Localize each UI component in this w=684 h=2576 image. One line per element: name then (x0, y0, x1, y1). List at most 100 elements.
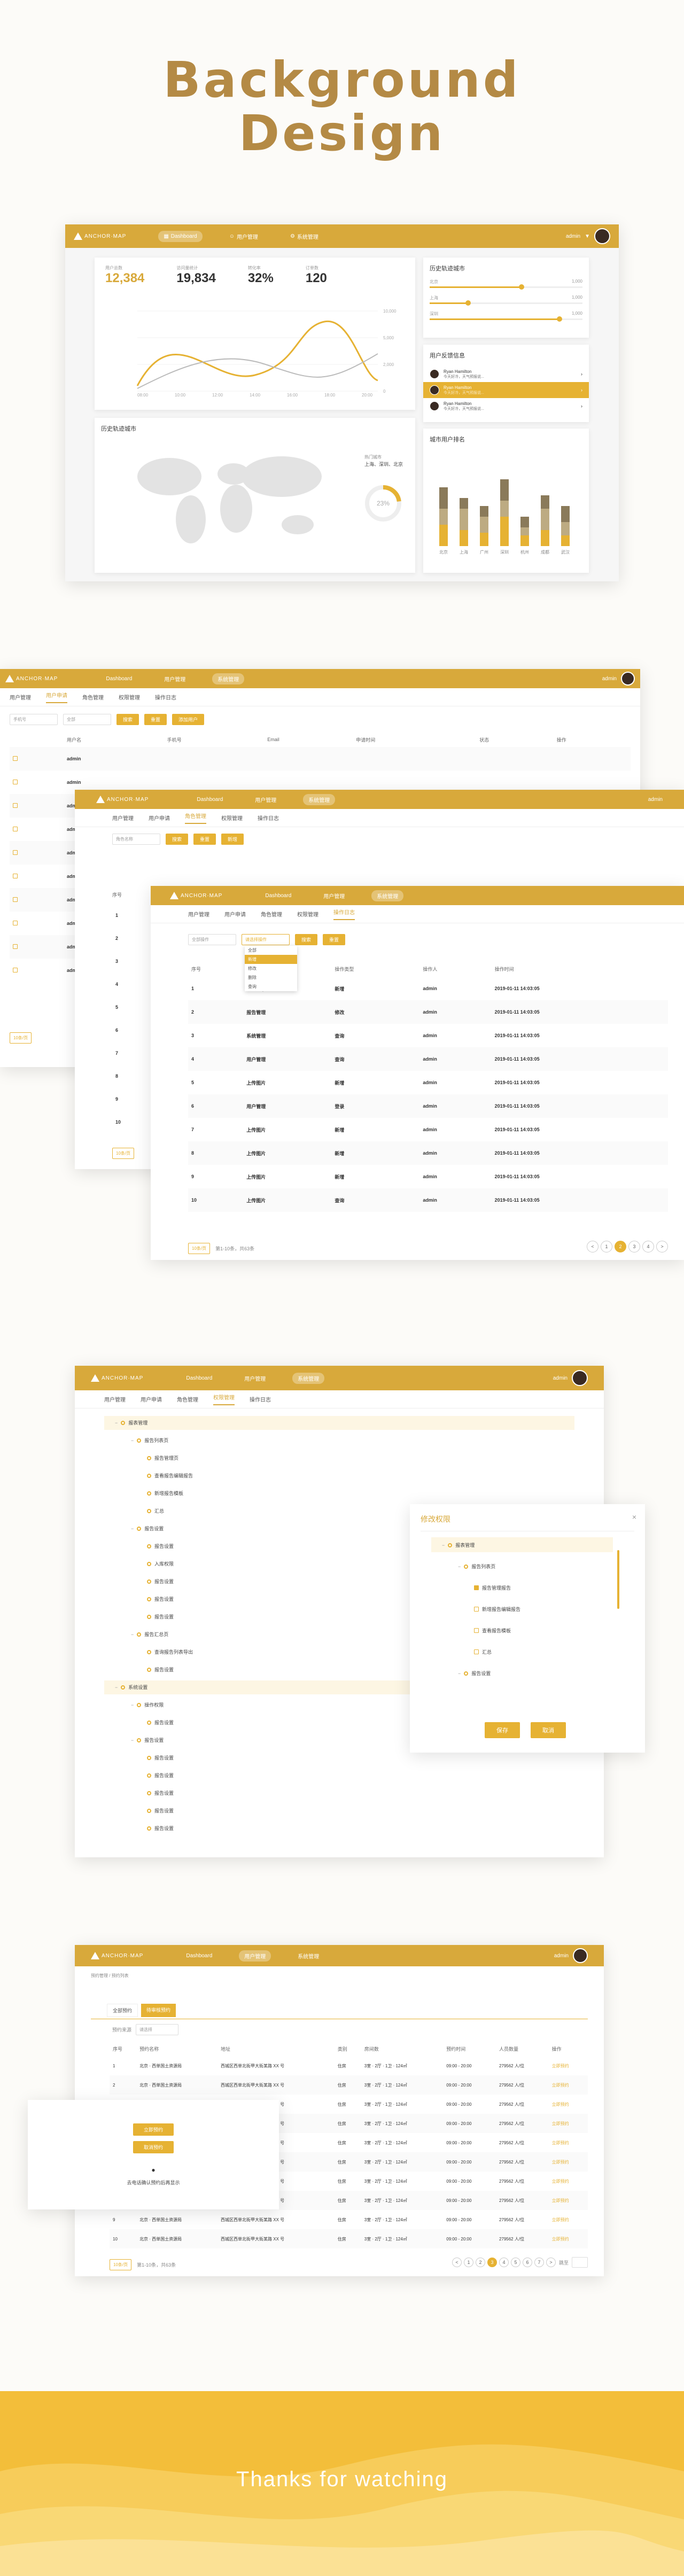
dropdown-option[interactable]: 删除 (245, 973, 297, 982)
collapse-icon[interactable]: − (458, 1564, 461, 1569)
nav-system[interactable]: 系统管理 (292, 1950, 324, 1962)
collapse-icon[interactable]: − (131, 1702, 134, 1708)
tab-item[interactable]: 操作日志 (258, 814, 279, 822)
radio-icon[interactable] (147, 1667, 151, 1672)
table-row[interactable]: 4 用户管理 查询 admin 2019-01-11 14:03:05 (188, 1047, 668, 1071)
tree-node[interactable]: − 报告列表页 (458, 1563, 495, 1570)
tree-node[interactable]: 报告设置 (147, 1772, 174, 1779)
checkbox-icon[interactable] (474, 1649, 479, 1654)
nav-users[interactable]: 用户管理 (239, 1373, 271, 1384)
radio-icon[interactable] (147, 1456, 151, 1460)
book-now-link[interactable]: 立即预约 (549, 2075, 588, 2095)
slider-handle[interactable] (557, 316, 563, 322)
tree-node[interactable]: 报告设置 (147, 1543, 174, 1550)
radio-icon[interactable] (137, 1702, 142, 1707)
search-button[interactable]: 搜索 (166, 834, 189, 845)
tree-node[interactable]: − 报表管理 (442, 1542, 475, 1548)
cancel-booking-button[interactable]: 取消预约 (133, 2141, 174, 2153)
nav-dashboard[interactable]: Dashboard (181, 1950, 217, 1962)
page-size-select[interactable]: 10条/页 (188, 1243, 211, 1254)
tree-node[interactable]: 报告设置 (147, 1578, 174, 1585)
nav-system[interactable]: ⚙ 系统管理 (285, 231, 324, 242)
nav-system[interactable]: 系统管理 (303, 793, 336, 805)
tree-node[interactable]: 入库权限 (147, 1560, 174, 1567)
radio-icon[interactable] (147, 1473, 151, 1478)
tab-item[interactable]: 用户管理 (104, 1395, 126, 1403)
tab-item[interactable]: 用户管理 (188, 910, 209, 918)
radio-icon[interactable] (137, 1738, 142, 1742)
checkbox-icon[interactable] (474, 1607, 479, 1612)
radio-icon[interactable] (147, 1808, 151, 1813)
table-row[interactable]: 5 上传图片 新增 admin 2019-01-11 14:03:05 (188, 1071, 668, 1094)
book-now-link[interactable]: 立即预约 (549, 2191, 588, 2210)
page-button[interactable]: 4 (499, 2258, 509, 2267)
tab-item[interactable]: 用户管理 (112, 814, 134, 822)
page-button[interactable]: 4 (642, 1241, 654, 1252)
table-row[interactable]: 9 北京 · 西单国土资源局 西城区西单北街甲大街某路 XX 号 住房 3室 · 2厅 … (110, 2210, 588, 2229)
tree-node[interactable]: − 报告设置 (131, 1737, 164, 1744)
radio-icon[interactable] (147, 1755, 151, 1760)
table-row[interactable]: 8 上传图片 新增 admin 2019-01-11 14:03:05 (188, 1141, 668, 1165)
radio-icon[interactable] (147, 1826, 151, 1831)
slider-handle[interactable] (465, 300, 471, 306)
checkbox-checked-icon[interactable] (474, 1585, 479, 1590)
book-now-link[interactable]: 立即预约 (549, 2229, 588, 2248)
collapse-icon[interactable]: − (131, 1526, 134, 1531)
book-now-link[interactable]: 立即预约 (549, 2172, 588, 2191)
book-now-link[interactable]: 立即预约 (549, 2114, 588, 2133)
page-button[interactable]: > (656, 1241, 668, 1252)
row-checkbox[interactable] (13, 897, 18, 902)
radio-icon[interactable] (137, 1438, 142, 1443)
tree-node[interactable]: 汇总 (147, 1507, 164, 1514)
tab-item[interactable]: 权限管理 (213, 1393, 235, 1405)
radio-icon[interactable] (147, 1491, 151, 1496)
tree-node[interactable]: 报告设置 (147, 1666, 174, 1673)
tab-item[interactable]: 用户管理 (10, 693, 31, 701)
add-role-button[interactable]: 新增 (221, 834, 244, 845)
tab-item[interactable]: 权限管理 (297, 910, 318, 918)
city-slider[interactable]: 北京 1,000 (430, 279, 582, 295)
status-select[interactable]: 全部 (63, 714, 111, 725)
radio-icon[interactable] (147, 1614, 151, 1619)
tree-node[interactable]: − 报告汇总页 (131, 1631, 168, 1638)
reset-button[interactable]: 重置 (323, 934, 346, 945)
page-button[interactable]: 1 (601, 1241, 612, 1252)
checkbox-icon[interactable] (474, 1628, 479, 1633)
add-user-button[interactable]: 添加用户 (172, 714, 205, 725)
nav-dashboard[interactable]: Dashboard (181, 1373, 217, 1384)
tree-node[interactable]: 查看报告模板 (474, 1627, 511, 1634)
dropdown-option[interactable]: 新增 (245, 955, 297, 964)
tab-item[interactable]: 角色管理 (185, 812, 206, 824)
radio-icon[interactable] (121, 1685, 126, 1690)
tree-node[interactable]: 报告设置 (147, 1754, 174, 1761)
table-row[interactable]: admin (10, 747, 631, 771)
tree-node[interactable]: 报告设置 (147, 1613, 174, 1620)
tab-item[interactable]: 用户申请 (149, 814, 170, 822)
radio-icon[interactable] (147, 1561, 151, 1566)
feedback-item[interactable]: Ryan Hamilton 今天好冷，天气预报说... › (423, 398, 589, 414)
tree-node[interactable]: − 报告设置 (458, 1670, 491, 1677)
nav-users[interactable]: 用户管理 (159, 673, 191, 684)
table-row[interactable]: 2 报告管理 修改 admin 2019-01-11 14:03:05 (188, 1000, 668, 1024)
city-slider[interactable]: 深圳 1,000 (430, 311, 582, 327)
page-size-select[interactable]: 10条/页 (10, 1032, 32, 1044)
page-button[interactable]: 2 (615, 1241, 626, 1252)
tree-node[interactable]: − 报告列表页 (131, 1437, 168, 1444)
dropdown-option[interactable]: 修改 (245, 964, 297, 973)
cancel-button[interactable]: 取消 (531, 1722, 566, 1738)
collapse-icon[interactable]: − (442, 1543, 445, 1548)
scrollbar[interactable] (617, 1550, 619, 1609)
tree-node[interactable]: − 报表管理 (115, 1419, 147, 1426)
collapse-icon[interactable]: − (458, 1671, 461, 1676)
table-row[interactable]: 2 北京 · 西单国土资源局 西城区西单北街甲大街某路 XX 号 住房 3室 · 2厅 … (110, 2075, 588, 2095)
radio-icon[interactable] (137, 1632, 142, 1637)
tree-node[interactable]: 查询报告列表导出 (147, 1648, 193, 1655)
book-now-link[interactable]: 立即预约 (549, 2056, 588, 2075)
row-checkbox[interactable] (13, 756, 18, 761)
save-button[interactable]: 保存 (485, 1722, 520, 1738)
collapse-icon[interactable]: − (131, 1632, 134, 1637)
tab-item[interactable]: 权限管理 (221, 814, 243, 822)
book-now-link[interactable]: 立即预约 (549, 2152, 588, 2172)
radio-icon[interactable] (147, 1508, 151, 1513)
radio-icon[interactable] (147, 1544, 151, 1548)
